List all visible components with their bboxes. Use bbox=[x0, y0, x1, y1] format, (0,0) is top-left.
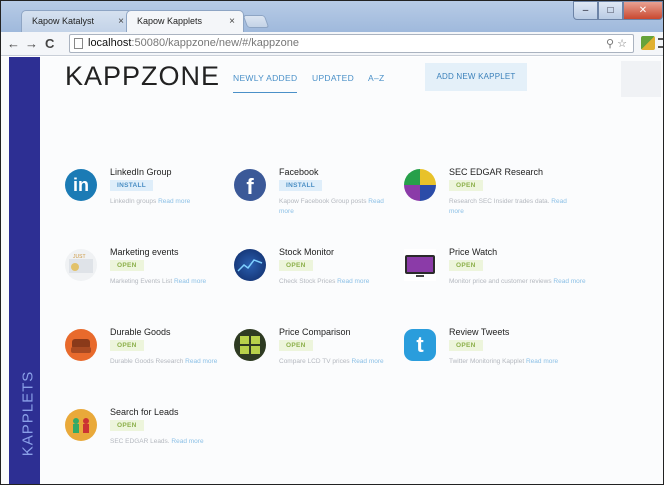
tab-katalyst[interactable]: Kapow Katalyst Managem × bbox=[21, 10, 133, 47]
browser-toolbar: ← → C localhost:50080/kappzone/new/#/kap… bbox=[1, 32, 663, 56]
kapplet-card[interactable]: in LinkedIn Group INSTALL LinkedIn group… bbox=[65, 167, 225, 227]
kapplet-name: Stock Monitor bbox=[279, 247, 335, 257]
close-tab-icon[interactable]: × bbox=[229, 11, 235, 32]
svg-text:JUST: JUST bbox=[73, 254, 86, 260]
menu-icon[interactable] bbox=[658, 38, 663, 48]
desc-text: Durable Goods Research bbox=[110, 358, 184, 365]
kapplet-card[interactable]: Stock Monitor OPEN Check Stock Prices Re… bbox=[234, 247, 394, 307]
twitter-icon: t bbox=[404, 329, 436, 361]
kapplet-card[interactable]: Durable Goods OPEN Durable Goods Researc… bbox=[65, 327, 225, 387]
kappzone-logo: KAPPZONE bbox=[65, 61, 221, 91]
desc-text: LinkedIn groups bbox=[110, 198, 157, 205]
desc-text: Compare LCD TV prices bbox=[279, 358, 350, 365]
extension-icon[interactable] bbox=[641, 36, 655, 50]
sidebar-label: KAPPLETS bbox=[19, 370, 37, 457]
open-button[interactable]: OPEN bbox=[449, 340, 483, 351]
kapplet-description: Monitor price and customer reviews Read … bbox=[449, 277, 589, 287]
forward-icon[interactable]: → bbox=[25, 36, 38, 52]
kapplet-card[interactable]: Price Watch OPEN Monitor price and custo… bbox=[404, 247, 586, 307]
back-icon[interactable]: ← bbox=[7, 36, 20, 52]
page-icon bbox=[74, 38, 83, 49]
price-compare-icon bbox=[234, 329, 266, 361]
linkedin-icon: in bbox=[65, 169, 97, 201]
close-tab-icon[interactable]: × bbox=[118, 11, 124, 32]
desc-text: Twitter Monitoring Kapplet bbox=[449, 358, 525, 365]
nav-a-z[interactable]: A–Z bbox=[368, 73, 385, 83]
kapplet-name: Price Watch bbox=[449, 247, 498, 257]
open-button[interactable]: OPEN bbox=[110, 340, 144, 351]
add-new-kapplet-button[interactable]: ADD NEW KAPPLET bbox=[425, 63, 527, 91]
kapplet-name: Search for Leads bbox=[110, 407, 179, 417]
read-more-link[interactable]: Read more bbox=[171, 438, 203, 445]
kapplet-card[interactable]: t Review Tweets OPEN Twitter Monitoring … bbox=[404, 327, 564, 387]
install-button[interactable]: INSTALL bbox=[110, 180, 154, 191]
nav-updated[interactable]: UPDATED bbox=[312, 73, 354, 83]
open-button[interactable]: OPEN bbox=[449, 180, 483, 191]
kapplet-description: Twitter Monitoring Kapplet Read more bbox=[449, 357, 579, 367]
read-more-link[interactable]: Read more bbox=[526, 358, 558, 365]
tv-icon bbox=[404, 249, 436, 281]
desc-text: Research SEC Insider trades data. bbox=[449, 198, 550, 205]
kapplet-name: Price Comparison bbox=[279, 327, 351, 337]
sec-pie-icon bbox=[404, 169, 436, 201]
window-controls: – □ ✕ bbox=[573, 1, 663, 20]
open-button[interactable]: OPEN bbox=[279, 260, 313, 271]
read-more-link[interactable]: Read more bbox=[337, 278, 369, 285]
open-button[interactable]: OPEN bbox=[110, 420, 144, 431]
read-more-link[interactable]: Read more bbox=[553, 278, 585, 285]
kappzone-page: KAPPLETS KAPPZONE NEWLY ADDED UPDATED A–… bbox=[1, 57, 663, 484]
desc-text: Kapow Facebook Group posts bbox=[279, 198, 367, 205]
desc-text: Monitor price and customer reviews bbox=[449, 278, 552, 285]
read-more-link[interactable]: Read more bbox=[352, 358, 384, 365]
desc-text: Marketing Events List bbox=[110, 278, 173, 285]
leads-icon bbox=[65, 409, 97, 441]
open-button[interactable]: OPEN bbox=[110, 260, 144, 271]
kapplet-card[interactable]: SEC EDGAR Research OPEN Research SEC Ins… bbox=[404, 167, 567, 227]
stock-icon bbox=[234, 249, 266, 281]
tab-kapplets[interactable]: Kapow Kapplets × bbox=[126, 10, 244, 32]
kapplet-card[interactable]: Search for Leads OPEN SEC EDGAR Leads. R… bbox=[65, 407, 225, 467]
kapplet-name: Durable Goods bbox=[110, 327, 171, 337]
tab-label: Kapow Kapplets bbox=[137, 16, 203, 26]
install-button[interactable]: INSTALL bbox=[279, 180, 323, 191]
kapplet-description: SEC EDGAR Leads. Read more bbox=[110, 437, 270, 447]
kapplet-card[interactable]: f Facebook INSTALL Kapow Facebook Group … bbox=[234, 167, 394, 227]
open-button[interactable]: OPEN bbox=[279, 340, 313, 351]
user-area[interactable] bbox=[621, 61, 661, 97]
desc-text: Check Stock Prices bbox=[279, 278, 336, 285]
sofa-icon bbox=[65, 329, 97, 361]
url-path: :50080/kappzone/new/#/kappzone bbox=[131, 37, 299, 49]
open-button[interactable]: OPEN bbox=[449, 260, 483, 271]
read-more-link[interactable]: Read more bbox=[174, 278, 206, 285]
kapplet-description: Research SEC Insider trades data. Read m… bbox=[449, 197, 579, 217]
kapplet-name: Review Tweets bbox=[449, 327, 510, 337]
title-bar: Kapow Katalyst Managem × Kapow Kapplets … bbox=[1, 1, 663, 47]
reload-icon[interactable]: C bbox=[45, 36, 54, 52]
sidebar: KAPPLETS bbox=[9, 57, 40, 484]
facebook-icon: f bbox=[234, 169, 266, 201]
read-more-link[interactable]: Read more bbox=[158, 198, 190, 205]
kapplet-card[interactable]: Price Comparison OPEN Compare LCD TV pri… bbox=[234, 327, 394, 387]
browser-window: Kapow Katalyst Managem × Kapow Kapplets … bbox=[0, 0, 664, 485]
desc-text: SEC EDGAR Leads. bbox=[110, 438, 170, 445]
read-more-link[interactable]: Read more bbox=[185, 358, 217, 365]
close-window-button[interactable]: ✕ bbox=[623, 1, 663, 20]
marketing-icon: JUST bbox=[65, 249, 97, 281]
address-bar[interactable]: localhost:50080/kappzone/new/#/kappzone … bbox=[69, 34, 634, 53]
kapplet-card[interactable]: JUST Marketing events OPEN Marketing Eve… bbox=[65, 247, 225, 307]
new-tab-button[interactable] bbox=[242, 15, 270, 28]
kapplet-name: Facebook bbox=[279, 167, 319, 177]
kapplet-name: LinkedIn Group bbox=[110, 167, 172, 177]
kapplet-description: Kapow Facebook Group posts Read more bbox=[279, 197, 399, 217]
nav-newly-added[interactable]: NEWLY ADDED bbox=[233, 73, 298, 93]
kapplet-name: Marketing events bbox=[110, 247, 179, 257]
maximize-button[interactable]: □ bbox=[598, 1, 623, 20]
kapplet-name: SEC EDGAR Research bbox=[449, 167, 544, 177]
minimize-button[interactable]: – bbox=[573, 1, 598, 20]
zoom-star-icon[interactable]: ⚲ ☆ bbox=[606, 36, 627, 53]
url-host: localhost bbox=[88, 37, 132, 49]
